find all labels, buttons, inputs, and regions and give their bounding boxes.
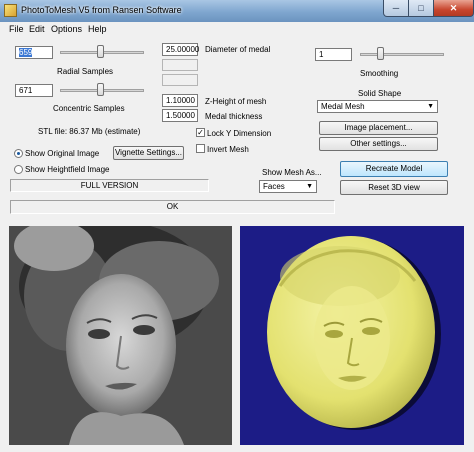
concentric-samples-label: Concentric Samples bbox=[53, 104, 125, 113]
status-bar: OK bbox=[10, 200, 335, 214]
title-bar: PhotoToMesh V5 from Ransen Software ─ □ … bbox=[0, 0, 474, 22]
show-original-radio[interactable] bbox=[14, 149, 23, 158]
show-mesh-as-label: Show Mesh As... bbox=[262, 168, 322, 177]
image-placement-button[interactable]: Image placement... bbox=[319, 121, 438, 135]
smoothing-label: Smoothing bbox=[360, 69, 399, 78]
menu-edit[interactable]: Edit bbox=[29, 24, 45, 34]
invert-mesh-checkbox[interactable] bbox=[196, 144, 205, 153]
stl-file-estimate: STL file: 86.37 Mb (estimate) bbox=[38, 127, 141, 136]
concentric-samples-slider-thumb[interactable] bbox=[97, 83, 104, 96]
original-image-view bbox=[9, 226, 232, 445]
disabled-field bbox=[162, 59, 198, 71]
menu-options[interactable]: Options bbox=[51, 24, 82, 34]
minimize-button[interactable]: ─ bbox=[383, 0, 409, 17]
show-heightfield-radio[interactable] bbox=[14, 165, 23, 174]
invert-mesh-label: Invert Mesh bbox=[207, 145, 249, 154]
chevron-down-icon: ▼ bbox=[427, 103, 434, 110]
mesh-preview-view bbox=[240, 226, 464, 445]
app-icon bbox=[4, 4, 17, 17]
medal-thickness-label: Medal thickness bbox=[205, 112, 263, 121]
solid-shape-label: Solid Shape bbox=[358, 89, 402, 98]
maximize-button[interactable]: □ bbox=[408, 0, 434, 17]
medal-thickness-input[interactable]: 1.50000 bbox=[162, 109, 198, 122]
other-settings-button[interactable]: Other settings... bbox=[319, 137, 438, 151]
diameter-label: Diameter of medal bbox=[205, 45, 271, 54]
menu-file[interactable]: File bbox=[9, 24, 24, 34]
radial-samples-label: Radial Samples bbox=[57, 67, 114, 76]
status-text: OK bbox=[166, 202, 179, 211]
show-original-label: Show Original Image bbox=[25, 149, 100, 158]
recreate-model-button[interactable]: Recreate Model bbox=[340, 161, 448, 177]
solid-shape-dropdown[interactable]: Medal Mesh ▼ bbox=[317, 100, 438, 113]
menu-help[interactable]: Help bbox=[88, 24, 107, 34]
concentric-samples-input[interactable]: 671 bbox=[15, 84, 53, 97]
diameter-input[interactable]: 25.00000 bbox=[162, 43, 199, 56]
show-mesh-as-value: Faces bbox=[263, 182, 285, 191]
show-mesh-as-dropdown[interactable]: Faces ▼ bbox=[259, 180, 317, 193]
menu-bar: File Edit Options Help bbox=[0, 22, 474, 37]
vignette-settings-button[interactable]: Vignette Settings... bbox=[113, 146, 184, 160]
close-button[interactable]: ✕ bbox=[433, 0, 474, 17]
full-version-label: FULL VERSION bbox=[80, 181, 139, 190]
window-title: PhotoToMesh V5 from Ransen Software bbox=[21, 5, 182, 15]
medal-mesh-render bbox=[240, 226, 464, 445]
radial-samples-input[interactable]: 659 bbox=[15, 46, 53, 59]
portrait-image bbox=[9, 226, 232, 445]
show-heightfield-label: Show Heightfield Image bbox=[25, 165, 110, 174]
smoothing-input[interactable]: 1 bbox=[315, 48, 352, 61]
solid-shape-value: Medal Mesh bbox=[321, 102, 365, 111]
lock-y-checkbox[interactable]: ✓ bbox=[196, 128, 205, 137]
lock-y-label: Lock Y Dimension bbox=[207, 129, 272, 138]
reset-3d-view-button[interactable]: Reset 3D view bbox=[340, 180, 448, 195]
disabled-field bbox=[162, 74, 198, 86]
z-height-input[interactable]: 1.10000 bbox=[162, 94, 198, 107]
smoothing-slider-track[interactable] bbox=[360, 53, 444, 56]
full-version-panel: FULL VERSION bbox=[10, 179, 209, 192]
z-height-label: Z-Height of mesh bbox=[205, 97, 267, 106]
radial-samples-slider-thumb[interactable] bbox=[97, 45, 104, 58]
smoothing-slider-thumb[interactable] bbox=[377, 47, 384, 60]
chevron-down-icon: ▼ bbox=[306, 183, 313, 190]
